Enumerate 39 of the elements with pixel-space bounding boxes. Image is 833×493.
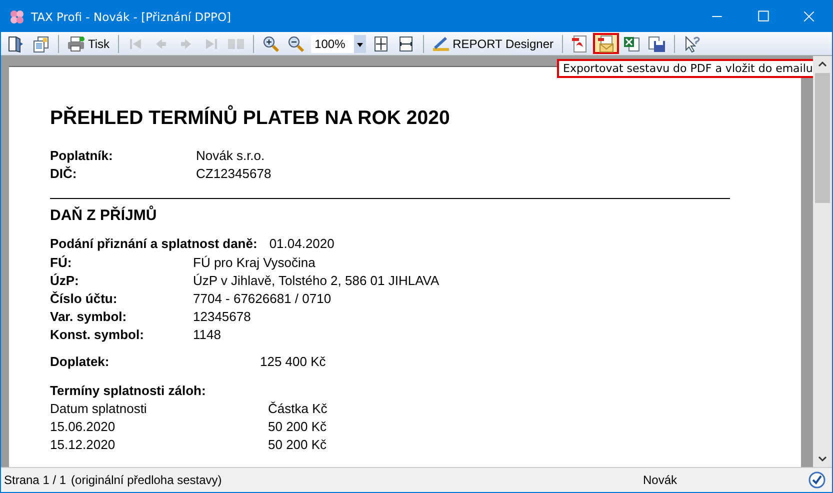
app-icon — [9, 8, 25, 24]
field-value: FÚ pro Kraj Vysočina — [193, 255, 316, 270]
field-value: 1148 — [193, 327, 222, 342]
field-value: 125 400 Kč — [260, 354, 327, 369]
field-value: CZ12345678 — [196, 166, 272, 181]
zoom-combo[interactable]: 100% — [310, 34, 366, 52]
field-label: Podání přiznání a splatnost daně: — [50, 236, 258, 251]
report-designer-button[interactable]: REPORT Designer — [428, 33, 556, 54]
pdf-envelope-button[interactable] — [592, 33, 618, 54]
user-name: Novák — [643, 473, 678, 487]
field-value: Novák s.r.o. — [196, 148, 266, 163]
table-cell-text: 15.12.2020 — [50, 437, 116, 452]
window-title: TAX Profi - Novák - [Přiznání DPPO] — [31, 10, 232, 24]
field-label: Konst. symbol: — [50, 327, 145, 342]
print-button[interactable]: Tisk — [64, 33, 113, 54]
field-label: Poplatník: — [50, 148, 114, 163]
field-label: ÚzP: — [50, 273, 80, 288]
column-header: Datum splatnosti — [50, 401, 148, 416]
table-cell-text: 50 200 Kč — [268, 419, 328, 434]
field-label: Doplatek: — [50, 354, 110, 369]
check-icon — [808, 471, 826, 489]
table-cell-text: 50 200 Kč — [268, 437, 328, 452]
field-value: ÚzP v Jihlavě, Tolstého 2, 586 01 JIHLAVA — [193, 273, 440, 288]
field-label: DIČ: — [50, 166, 78, 181]
column-header: Částka Kč — [268, 401, 328, 416]
field-label: FÚ: — [50, 255, 73, 270]
field-label: Var. symbol: — [50, 309, 128, 324]
subsection-heading: Termíny splatnosti záloh: — [50, 383, 207, 398]
table-cell-text: 15.06.2020 — [50, 419, 116, 434]
vertical-scrollbar[interactable] — [813, 56, 832, 467]
field-value: 7704 - 67626681 / 0710 — [193, 291, 332, 306]
field-value: 12345678 — [193, 309, 252, 324]
page-indicator: Strana 1 / 1 — [4, 473, 66, 487]
report-title: PŘEHLED TERMÍNŮ PLATEB NA ROK 2020 — [50, 107, 451, 130]
section-heading: DAŇ Z PŘÍJMŮ — [50, 207, 158, 224]
caret-icon — [354, 34, 366, 52]
field-label: Číslo účtu: — [50, 291, 118, 306]
field-value: 01.04.2020 — [269, 236, 334, 251]
template-status: (originální předloha sestavy) — [71, 473, 223, 487]
